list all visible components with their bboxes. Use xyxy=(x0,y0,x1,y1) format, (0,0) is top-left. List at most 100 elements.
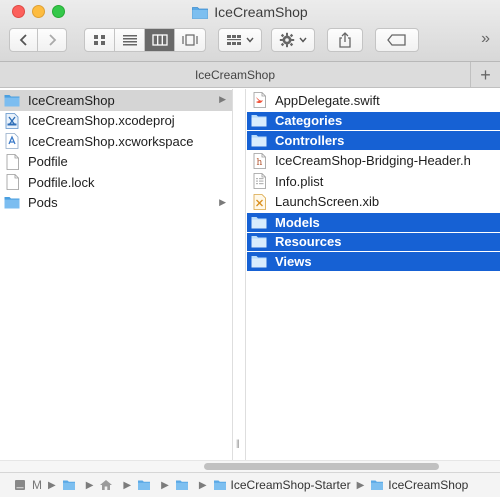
list-item[interactable]: Controllers xyxy=(247,131,500,150)
tab-bar: IceCreamShop + xyxy=(0,62,500,88)
gear-icon xyxy=(279,32,295,48)
gallery-view-button[interactable] xyxy=(175,29,205,51)
list-item-label: Models xyxy=(275,214,320,230)
list-item-label: Resources xyxy=(275,234,342,250)
toolbar-overflow-button[interactable]: » xyxy=(481,30,490,48)
header-file-icon: h xyxy=(251,152,267,169)
folder-icon xyxy=(175,480,188,490)
share-button[interactable] xyxy=(327,28,363,52)
browser-column-1[interactable]: IceCreamShop ▶ IceCreamShop.xcodeproj IceCr… xyxy=(0,89,232,460)
folder-icon xyxy=(371,480,384,490)
list-view-button[interactable] xyxy=(115,29,145,51)
folder-icon xyxy=(251,234,267,250)
swift-file-icon xyxy=(251,92,267,109)
list-item-label: Categories xyxy=(275,113,343,129)
columns-icon xyxy=(151,34,168,46)
window-title: IceCreamShop xyxy=(0,4,500,22)
folder-icon xyxy=(4,92,20,108)
path-item-disk[interactable]: M xyxy=(14,478,42,492)
chevron-down-icon xyxy=(299,37,307,43)
list-item[interactable]: Podfile xyxy=(0,152,232,173)
disclosure-arrow-icon: ▶ xyxy=(219,196,226,207)
path-item-current-folder[interactable]: ▶ IceCreamShop xyxy=(351,478,469,492)
column-view-button[interactable] xyxy=(145,29,175,51)
path-item-label: IceCreamShop-Starter xyxy=(230,478,351,492)
list-item[interactable]: AppDelegate.swift xyxy=(247,90,500,111)
list-item[interactable]: h IceCreamShop-Bridging-Header.h xyxy=(247,151,500,172)
chevron-right-icon xyxy=(49,34,57,46)
folder-icon xyxy=(138,480,151,490)
xib-file-icon xyxy=(251,193,267,210)
plist-file-icon xyxy=(251,173,267,190)
folder-icon xyxy=(62,480,75,490)
path-item-label: M xyxy=(32,478,42,492)
back-button[interactable] xyxy=(10,29,38,51)
xcodeproj-icon xyxy=(4,112,20,129)
gallery-icon xyxy=(182,34,198,46)
resize-grip-icon: || xyxy=(236,438,240,448)
list-item-label: IceCreamShop-Bridging-Header.h xyxy=(275,153,471,169)
chevron-down-icon xyxy=(246,37,254,43)
browser-column-2[interactable]: AppDelegate.swift Categories Controllers h I… xyxy=(247,89,500,460)
path-item-starter-folder[interactable]: ▶ IceCreamShop-Starter xyxy=(193,478,351,492)
xcworkspace-icon xyxy=(4,133,20,150)
list-item-label: Pods xyxy=(28,195,58,211)
folder-icon xyxy=(251,253,267,269)
list-item[interactable]: Models xyxy=(247,213,500,232)
title-bar: IceCreamShop » xyxy=(0,0,500,62)
icon-view-button[interactable] xyxy=(85,29,115,51)
path-bar: M ▶ ▶ ▶ ▶ ▶ IceCreamShop-Starter ▶ IceCr… xyxy=(0,472,500,497)
navigation-buttons xyxy=(9,28,67,52)
list-item[interactable]: IceCreamShop ▶ xyxy=(0,90,232,111)
list-item[interactable]: Views xyxy=(247,252,500,271)
arrange-dropdown[interactable] xyxy=(218,28,262,52)
path-item-folder[interactable]: ▶ xyxy=(155,479,193,491)
list-item[interactable]: Pods ▶ xyxy=(0,193,232,214)
list-item[interactable]: IceCreamShop.xcworkspace xyxy=(0,131,232,152)
folder-icon xyxy=(213,480,226,490)
path-item-folder[interactable]: ▶ xyxy=(42,479,80,491)
list-item-label: Podfile.lock xyxy=(28,174,95,190)
hard-disk-icon xyxy=(15,480,25,490)
list-item-label: Podfile xyxy=(28,154,68,170)
folder-icon xyxy=(251,132,267,148)
forward-button[interactable] xyxy=(38,29,66,51)
list-item-label: Controllers xyxy=(275,132,345,148)
list-item-label: IceCreamShop.xcodeproj xyxy=(28,113,175,129)
action-dropdown[interactable] xyxy=(271,28,315,52)
path-item-folder[interactable]: ▶ xyxy=(117,479,155,491)
folder-icon xyxy=(251,113,267,129)
home-icon xyxy=(100,480,113,490)
list-item-label: IceCreamShop xyxy=(28,92,115,108)
svg-text:h: h xyxy=(256,158,262,168)
list-item[interactable]: Info.plist xyxy=(247,171,500,192)
scrollbar-thumb[interactable] xyxy=(204,463,439,470)
document-icon xyxy=(4,153,20,170)
horizontal-scrollbar[interactable] xyxy=(0,460,500,472)
list-item[interactable]: Podfile.lock xyxy=(0,172,232,193)
tab-title[interactable]: IceCreamShop xyxy=(0,68,470,82)
path-item-user-folder[interactable]: ▶ xyxy=(80,479,118,491)
path-item-label: IceCreamShop xyxy=(388,478,469,492)
disclosure-arrow-icon: ▶ xyxy=(219,94,226,104)
list-item[interactable]: IceCreamShop.xcodeproj xyxy=(0,111,232,132)
arrange-grid-icon xyxy=(227,35,241,45)
icon-grid-icon xyxy=(93,35,105,45)
list-item-label: IceCreamShop.xcworkspace xyxy=(28,133,194,149)
list-item[interactable]: Resources xyxy=(247,232,500,251)
list-item-label: AppDelegate.swift xyxy=(275,92,380,108)
list-item-label: LaunchScreen.xib xyxy=(275,194,380,210)
edit-tags-button[interactable] xyxy=(375,28,419,52)
list-item[interactable]: LaunchScreen.xib xyxy=(247,192,500,213)
view-mode-control xyxy=(84,28,206,52)
folder-icon xyxy=(192,6,209,22)
document-icon xyxy=(4,174,20,191)
list-item[interactable]: Categories xyxy=(247,111,500,130)
share-icon xyxy=(339,32,351,48)
list-icon xyxy=(122,35,137,46)
column-resize-handle[interactable]: || xyxy=(232,89,246,460)
new-tab-button[interactable]: + xyxy=(470,62,500,88)
folder-icon xyxy=(4,195,20,211)
folder-icon xyxy=(251,214,267,230)
list-item-label: Info.plist xyxy=(275,173,324,189)
